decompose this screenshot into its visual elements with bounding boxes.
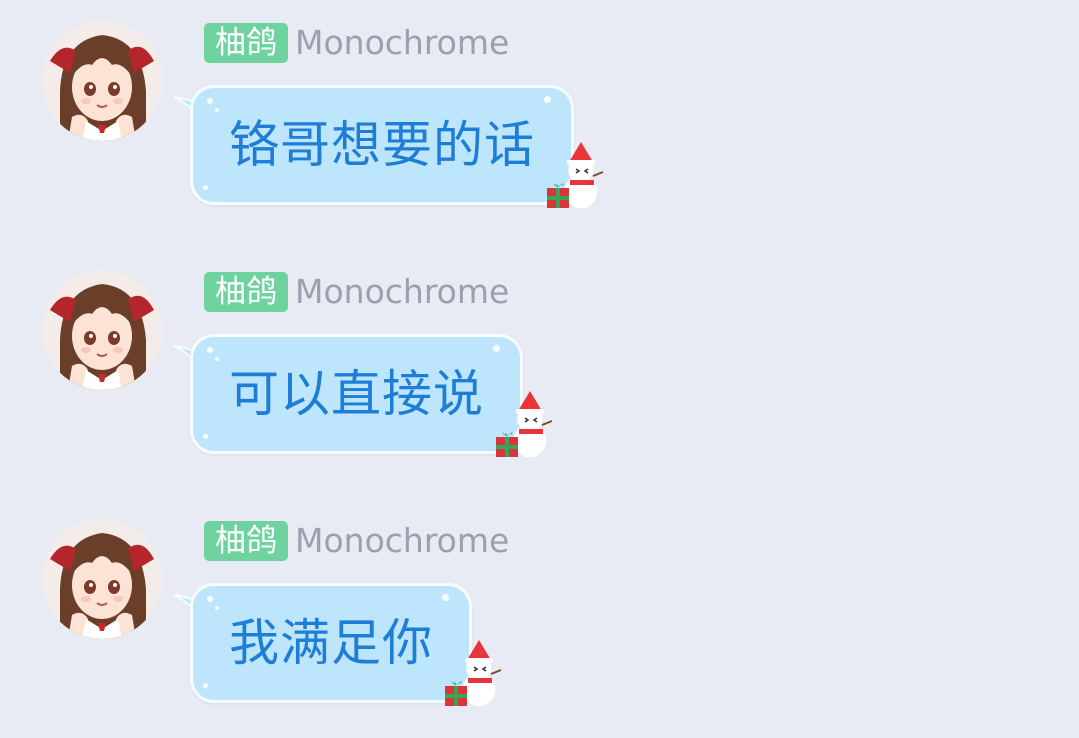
message-text: 可以直接说 [229, 365, 484, 423]
avatar-image [42, 270, 162, 390]
message-text: 我满足你 [229, 614, 433, 672]
snowman-with-gift-icon [547, 142, 604, 210]
message-bubble-container: 可以直接说 [172, 334, 553, 459]
message-bubble-container: 我满足你 [172, 583, 502, 708]
sender-avatar[interactable] [42, 519, 162, 639]
message-bubble[interactable]: 可以直接说 [190, 334, 553, 459]
sender-title-tag: 柚鸽 [204, 23, 288, 63]
message-bubble-container: 铬哥想要的话 [172, 85, 604, 210]
avatar-image [42, 519, 162, 639]
snowman-with-gift-icon [496, 391, 553, 459]
sender-title-tag: 柚鸽 [204, 521, 288, 561]
sender-title-tag: 柚鸽 [204, 272, 288, 312]
chat-message: 柚鸽 Monochrome 可以直接说 [0, 249, 1079, 489]
sender-avatar[interactable] [42, 21, 162, 141]
snowman-with-gift-icon [445, 640, 502, 708]
message-bubble[interactable]: 铬哥想要的话 [190, 85, 604, 210]
sender-name[interactable]: Monochrome [295, 271, 509, 313]
chat-message: 柚鸽 Monochrome 我满足你 [0, 498, 1079, 738]
chat-message: 柚鸽 Monochrome 铬哥想要的话 [0, 0, 1079, 240]
sender-name[interactable]: Monochrome [295, 520, 509, 562]
message-bubble[interactable]: 我满足你 [190, 583, 502, 708]
message-text: 铬哥想要的话 [229, 116, 535, 174]
sender-info: 柚鸽 Monochrome [204, 271, 509, 313]
sender-name[interactable]: Monochrome [295, 22, 509, 64]
sender-avatar[interactable] [42, 270, 162, 390]
avatar-image [42, 21, 162, 141]
sender-info: 柚鸽 Monochrome [204, 520, 509, 562]
sender-info: 柚鸽 Monochrome [204, 22, 509, 64]
